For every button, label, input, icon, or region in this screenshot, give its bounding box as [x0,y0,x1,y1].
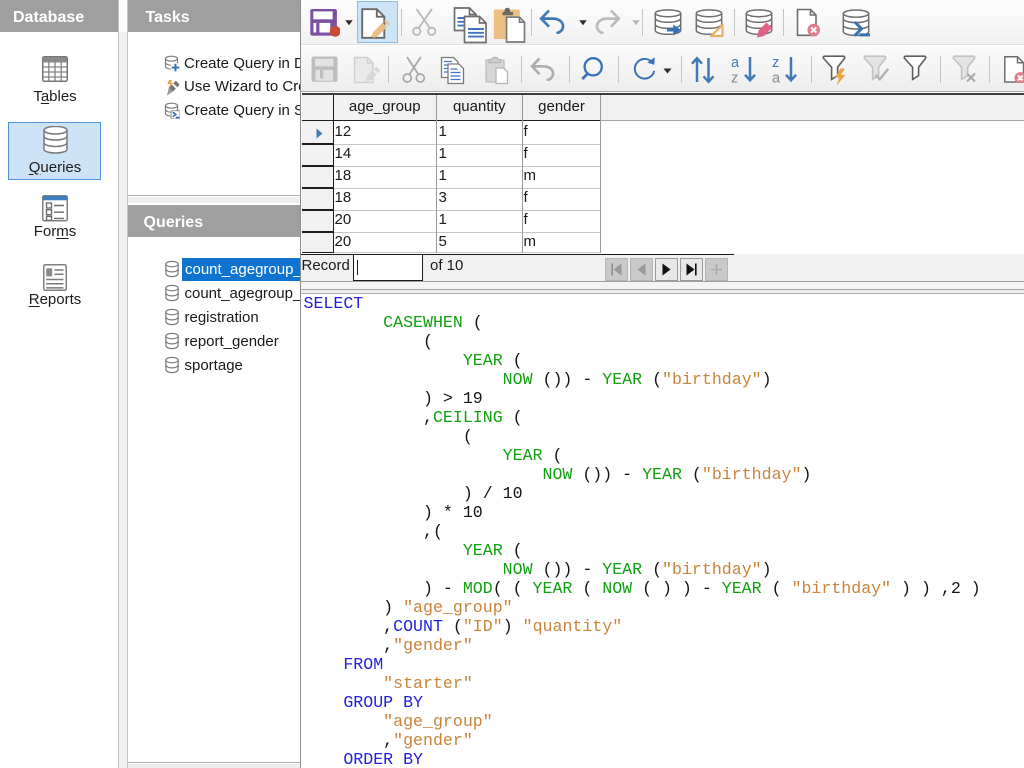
svg-text:z: z [772,55,779,71]
svg-text:z: z [731,71,738,86]
svg-text:a: a [731,55,740,71]
svg-text:a: a [772,71,781,86]
